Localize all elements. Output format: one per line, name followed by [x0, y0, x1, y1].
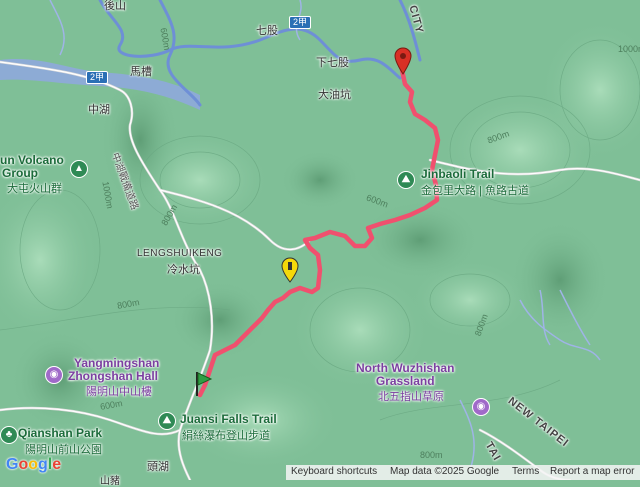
place-label: 大油坑	[318, 89, 351, 101]
google-logo: Google	[6, 456, 62, 473]
attribution-bar: Keyboard shortcuts Map data ©2025 Google…	[286, 465, 640, 480]
poi-name-en: Group	[2, 166, 38, 180]
camera-icon[interactable]: ◉	[45, 366, 63, 384]
hiking-icon[interactable]: ⛰	[397, 171, 415, 189]
elevation-label: 800m	[420, 450, 443, 460]
elevation-label: 1000m	[618, 44, 640, 54]
place-label: 冷水坑	[167, 264, 200, 276]
terms-link[interactable]: Terms	[512, 466, 539, 477]
hiking-icon[interactable]: ⛰	[158, 412, 176, 430]
place-label: LENGSHUIKENG	[137, 248, 223, 259]
place-label: 馬槽	[130, 66, 152, 78]
poi-name-zh: 金包里大路 | 魚路古道	[421, 185, 529, 197]
place-label: 後山	[104, 0, 126, 12]
poi-name-zh: 陽明山前山公園	[25, 444, 102, 456]
poi-name-zh: 絹絲瀑布登山步道	[182, 430, 270, 442]
map-data-text: Map data ©2025 Google	[390, 466, 500, 477]
place-label: 七股	[256, 25, 278, 37]
poi-juansi-falls-trail[interactable]: Juansi Falls Trail	[180, 413, 277, 426]
poi-qianshan-park[interactable]: Qianshan Park	[18, 427, 102, 440]
report-map-error-link[interactable]: Report a map error	[550, 466, 634, 477]
place-label: 頭湖	[147, 461, 169, 473]
poi-zhongshan-hall[interactable]: Yangmingshan Zhongshan Hall	[68, 357, 159, 383]
camera-icon[interactable]: ◉	[472, 398, 490, 416]
poi-name-en: Zhongshan Hall	[68, 369, 158, 383]
place-label: 下七股	[316, 57, 349, 69]
route-shield-2jia: 2甲	[86, 71, 109, 84]
poi-name-zh: 陽明山中山樓	[86, 386, 152, 398]
poi-name-zh: 北五指山草原	[378, 391, 444, 403]
poi-name-en: Grassland	[375, 374, 435, 388]
route-shield-2jia: 2甲	[289, 16, 312, 29]
poi-jinbaoli-trail[interactable]: Jinbaoli Trail	[421, 168, 494, 181]
poi-wuzhishan-grassland[interactable]: North Wuzhishan Grassland	[356, 362, 454, 388]
mountain-icon[interactable]: ▲	[70, 160, 88, 178]
place-label: 中湖	[88, 104, 110, 116]
poi-name-zh: 大屯火山群	[7, 183, 62, 195]
poi-volcano-group[interactable]: un Volcano Group	[0, 154, 64, 180]
keyboard-shortcuts-link[interactable]: Keyboard shortcuts	[291, 466, 377, 477]
tree-icon[interactable]: ♣	[0, 426, 18, 444]
